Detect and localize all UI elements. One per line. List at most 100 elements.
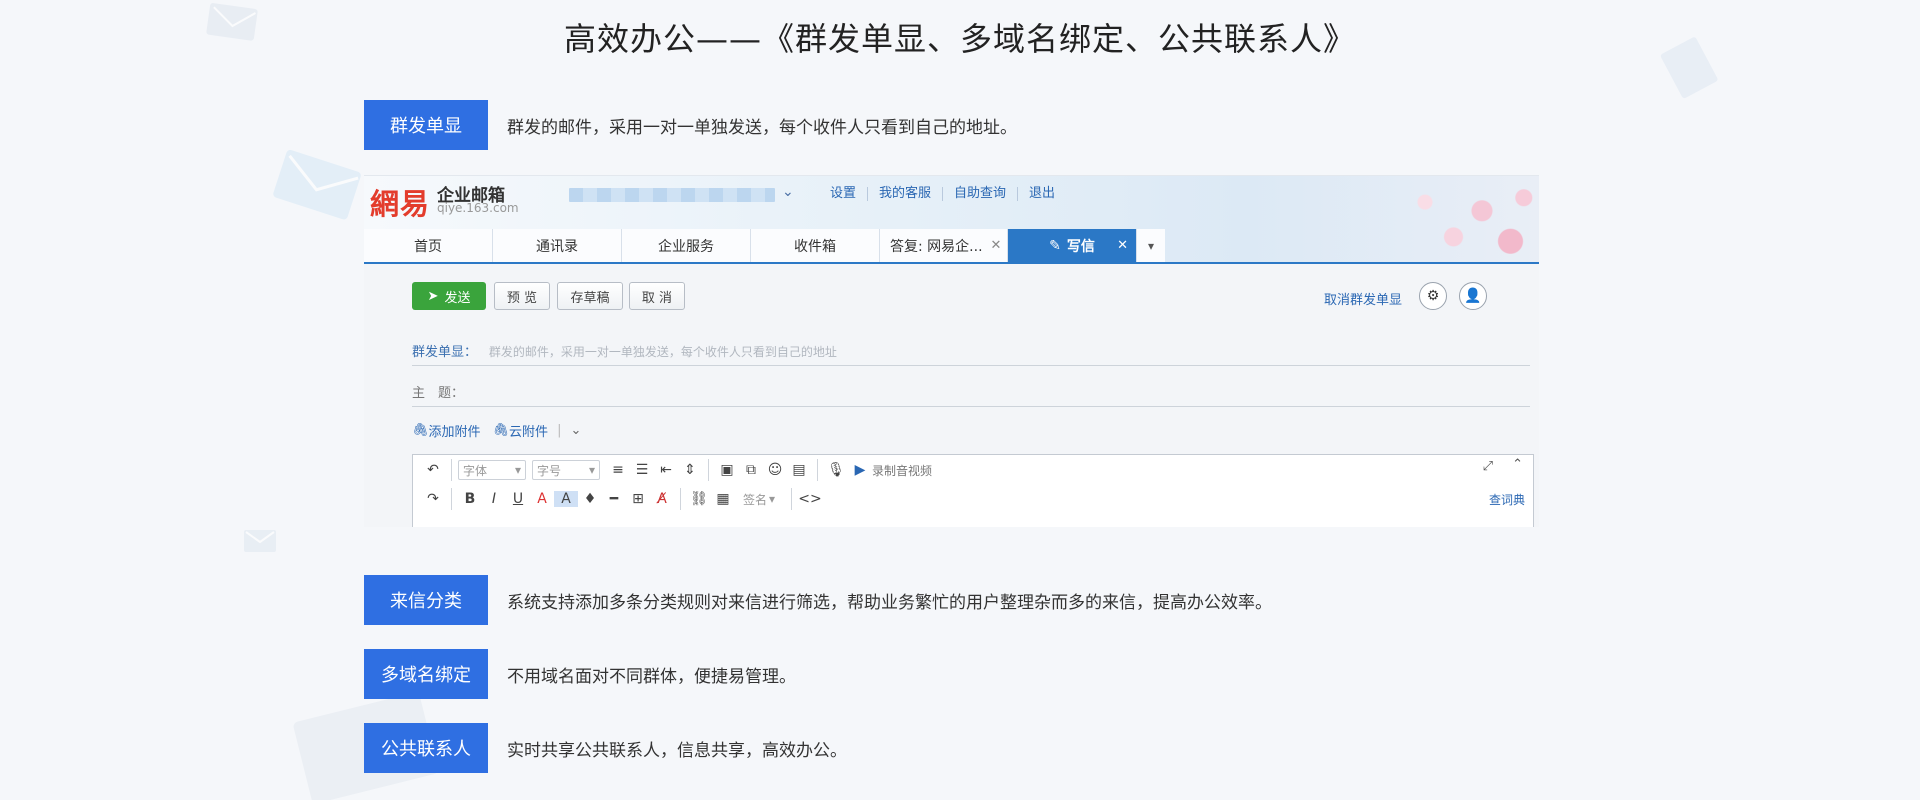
highlight-icon[interactable]: A [554,491,578,507]
save-draft-button[interactable]: 存草稿 [557,282,623,310]
send-label: 发送 [444,290,471,306]
underline-icon[interactable]: U [506,491,530,507]
logo-url: qiye.163.com [437,201,519,215]
bold-icon[interactable]: B [458,491,482,507]
nav-tabs: 首页 通讯录 企业服务 收件箱 答复: 网易企... ✕ ✎ 写信 ✕ ▾ [364,229,1165,262]
recipients-input[interactable]: 群发的邮件，采用一对一单独发送，每个收件人只看到自己的地址 [489,345,837,359]
blossom-decoration [1349,176,1539,263]
template-icon[interactable]: ▤ [787,462,811,478]
italic-icon[interactable]: I [482,491,506,507]
feature-badge: 多域名绑定 [364,649,488,699]
signature-select[interactable]: 签名 ▾ [739,489,779,509]
tab-compose-label: 写信 [1066,238,1095,255]
top-links: 设置 我的客服 自助查询 退出 [819,187,1066,201]
cloud-attachment-link[interactable]: 云附件 [509,421,548,440]
emoji-icon[interactable]: ☺ [763,462,787,478]
send-button[interactable]: ➤ 发送 [412,282,486,310]
indent-icon[interactable]: ⇤ [654,462,678,478]
feature-description: 系统支持添加多条分类规则对来信进行筛选，帮助业务繁忙的用户整理杂而多的来信，提高… [507,592,1272,613]
format-brush-icon[interactable]: ♦ [578,491,602,507]
horizontal-rule-icon[interactable]: ━ [602,491,626,507]
divider [817,459,818,481]
add-contact-icon[interactable]: 👤 [1459,282,1487,310]
group-send-label: 群发单显： [412,345,478,360]
gear-icon[interactable]: ⚙ [1419,282,1447,310]
subject-row: 主 题： [412,382,1530,407]
subject-label: 主 题： [412,386,465,401]
rich-text-editor[interactable]: ↶ 字体 ▾ 字号 ▾ ≡ ☰ ⇤ ⇕ ▣ ⧉ ☺ ▤ 🎙 ▶ 录制音视频 ↷ B [412,454,1534,527]
netease-logo: 網易 [370,187,431,221]
code-icon[interactable]: <> [798,491,822,507]
clear-format-icon[interactable]: A̸ [650,491,674,507]
image-icon[interactable]: ▣ [715,462,739,478]
tab-inbox[interactable]: 收件箱 [751,229,880,262]
cancel-group-send-link[interactable]: 取消群发单显 [1324,289,1402,308]
divider [708,459,709,481]
close-icon[interactable]: ✕ [991,238,1002,253]
envelope-decoration-icon [244,530,276,552]
page-title: 高效办公——《群发单显、多域名绑定、公共联系人》 [563,20,1356,58]
divider [451,459,452,481]
feature-badge: 来信分类 [364,575,488,625]
link-icon[interactable]: ⛓ [687,491,711,507]
line-height-icon[interactable]: ⇕ [678,462,702,478]
chevron-down-icon[interactable]: ⌄ [570,423,581,438]
screenshot-icon[interactable]: ⧉ [739,462,763,478]
tab-home[interactable]: 首页 [364,229,493,262]
tab-reply-label: 答复: 网易企... [890,238,983,255]
feature-description: 群发的邮件，采用一对一单独发送，每个收件人只看到自己的地址。 [507,117,1017,138]
dictionary-link[interactable]: 查词典 [1489,491,1525,508]
feature-description: 实时共享公共联系人，信息共享，高效办公。 [507,740,847,761]
chevron-down-icon[interactable]: ⌄ [782,184,794,200]
cancel-button[interactable]: 取 消 [629,282,685,310]
microphone-icon[interactable]: 🎙 [824,462,848,478]
font-family-select[interactable]: 字体 ▾ [458,460,526,480]
feature-badge: 群发单显 [364,100,488,150]
font-size-label: 字号 [537,463,562,478]
tab-contacts[interactable]: 通讯录 [493,229,622,262]
video-icon[interactable]: ▶ [848,462,872,478]
attachment-row: 🖇 添加附件 🖇 云附件 | ⌄ [412,421,581,440]
expand-icon[interactable]: ⤢ [1483,459,1493,474]
signature-label: 签名 [743,492,768,507]
font-size-select[interactable]: 字号 ▾ [532,460,600,480]
feature-description: 不用域名面对不同群体，便捷易管理。 [507,666,796,687]
divider: | [557,423,562,438]
divider [451,488,452,510]
record-av-link[interactable]: 录制音视频 [872,462,932,479]
insert-block-icon[interactable]: ▦ [711,491,735,507]
close-icon[interactable]: ✕ [1117,238,1128,253]
mail-compose-screenshot: 網易 企业邮箱 qiye.163.com ⌄ 设置 我的客服 自助查询 退出 首… [364,175,1539,527]
compose-icon: ✎ [1049,237,1061,254]
align-icon[interactable]: ≡ [606,462,630,478]
feature-badge: 公共联系人 [364,723,488,773]
collapse-icon[interactable]: ⌃ [1512,457,1523,472]
settings-link[interactable]: 设置 [819,187,867,201]
feature-group-inbox-sort: 来信分类 系统支持添加多条分类规则对来信进行筛选，帮助业务繁忙的用户整理杂而多的… [364,575,1272,625]
list-icon[interactable]: ☰ [630,462,654,478]
send-icon: ➤ [427,288,439,304]
logout-link[interactable]: 退出 [1017,187,1066,201]
font-color-icon[interactable]: A [530,491,554,507]
editor-toolbar-row-1: ↶ 字体 ▾ 字号 ▾ ≡ ☰ ⇤ ⇕ ▣ ⧉ ☺ ▤ 🎙 ▶ 录制音视频 [421,459,932,481]
self-service-link[interactable]: 自助查询 [942,187,1017,201]
feature-group-domains: 多域名绑定 不用域名面对不同群体，便捷易管理。 [364,649,796,699]
undo-icon[interactable]: ↶ [421,462,445,478]
tab-reply[interactable]: 答复: 网易企... ✕ [880,229,1008,262]
editor-toolbar-row-2: ↷ B I U A A ♦ ━ ⊞ A̸ ⛓ ▦ 签名 ▾ <> [421,488,822,510]
table-icon[interactable]: ⊞ [626,491,650,507]
customer-service-link[interactable]: 我的客服 [867,187,942,201]
divider [680,488,681,510]
preview-button[interactable]: 预 览 [494,282,550,310]
paperclip-icon: 🖇 [492,423,510,438]
tab-compose[interactable]: ✎ 写信 ✕ [1008,229,1136,262]
user-account-masked[interactable] [569,188,775,202]
add-attachment-link[interactable]: 添加附件 [429,421,481,440]
redo-icon[interactable]: ↷ [421,491,445,507]
tab-enterprise-service[interactable]: 企业服务 [622,229,751,262]
feature-group-contacts: 公共联系人 实时共享公共联系人，信息共享，高效办公。 [364,723,847,773]
paperclip-icon: 🖇 [412,423,429,438]
envelope-decoration-icon [273,150,361,220]
chevron-down-icon[interactable]: ▾ [1136,229,1165,262]
font-family-label: 字体 [463,463,488,478]
